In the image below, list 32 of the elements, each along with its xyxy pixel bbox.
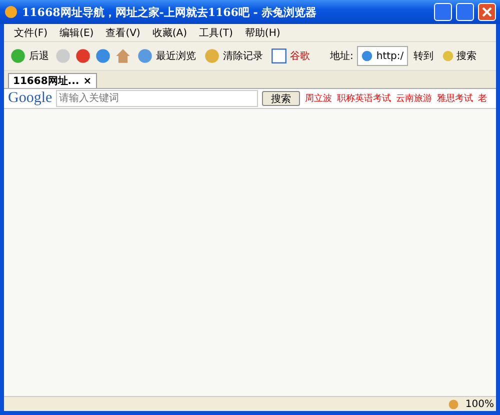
home-icon [115,48,131,64]
google-logo: Google [8,90,52,107]
close-tab-icon[interactable]: × [83,76,92,86]
hot-link[interactable]: 云南旅游 [396,92,432,105]
back-button[interactable]: 后退 [8,48,51,64]
tab[interactable]: 11668网址... × [8,73,97,88]
maximize-button[interactable] [456,3,474,21]
search-button[interactable]: 搜索 [440,49,479,63]
minimize-button[interactable] [434,3,452,21]
address-label: 地址: [330,50,354,63]
menu-item[interactable]: 文件(F) [8,26,54,40]
stop-icon [75,48,91,64]
hot-link[interactable]: 雅思考试 [437,92,474,105]
window-title: 11668网址导航，网址之家-上网就去1166吧 - 赤兔浏览器 [22,4,318,20]
go-button[interactable]: 转到 [412,49,436,63]
search-submit-button[interactable]: 搜索 [262,91,300,106]
hot-link[interactable]: 老 [478,92,488,105]
address-field[interactable]: http:/ [357,46,408,66]
close-icon [482,7,492,17]
menu-item[interactable]: 查看(V) [100,26,146,40]
google-button[interactable]: 谷歌 [269,48,312,64]
menu-item[interactable]: 收藏(A) [146,26,193,40]
zoom-level[interactable]: 100% [465,398,494,410]
hot-link[interactable]: 周立波 [305,92,332,105]
menu-item[interactable]: 帮助(H) [238,26,286,40]
menu-item[interactable]: 工具(T) [193,26,239,40]
recent-button[interactable]: 最近浏览 [135,48,198,64]
menu-item[interactable]: 编辑(E) [54,26,100,40]
clear-history-button[interactable]: 清除记录 [202,48,265,64]
search-field[interactable]: 请输入关键词 [56,90,258,107]
hot-link[interactable]: 职称英语考试 [337,92,392,105]
close-button[interactable] [478,3,496,21]
